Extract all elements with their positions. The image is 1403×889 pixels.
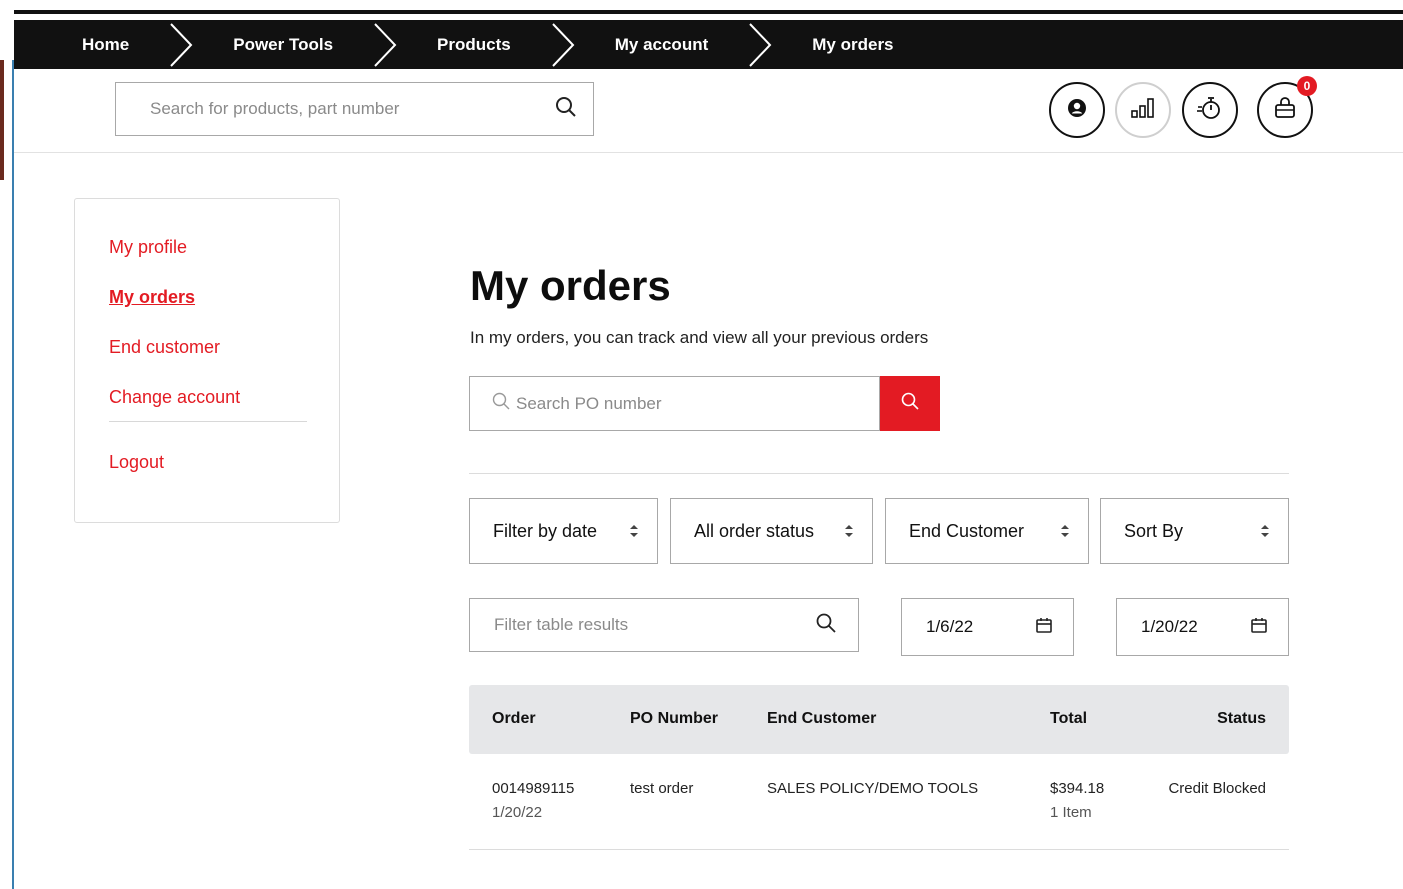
sidebar-item-my-orders[interactable]: My orders (109, 283, 305, 333)
order-total: $394.18 (1050, 780, 1105, 797)
sidebar-item-logout[interactable]: Logout (109, 448, 305, 498)
cart-icon (1273, 96, 1297, 124)
status-badge: Credit Blocked (1168, 780, 1266, 797)
select-label: Filter by date (493, 520, 598, 541)
breadcrumb-power-tools[interactable]: Power Tools (233, 20, 333, 69)
search-icon[interactable] (555, 96, 577, 123)
page-title: My orders (470, 262, 671, 309)
account-icon (1067, 98, 1087, 123)
item-count: 1 Item (1050, 804, 1092, 821)
breadcrumb-my-account[interactable]: My account (615, 20, 709, 69)
table-filter (469, 598, 859, 652)
breadcrumb-label: My account (614, 34, 709, 54)
column-header-total[interactable]: Total (1050, 710, 1087, 728)
calendar-icon[interactable] (1250, 616, 1268, 639)
sort-caret-icon (1260, 524, 1270, 538)
filter-by-date-select[interactable]: Filter by date (469, 498, 658, 564)
calendar-icon[interactable] (1035, 616, 1053, 639)
date-to-field[interactable]: 1/20/22 (1116, 598, 1289, 656)
breadcrumb-label: Home (82, 34, 130, 54)
sidebar-divider (109, 421, 307, 422)
sort-by-select[interactable]: Sort By (1100, 498, 1289, 564)
table-row[interactable]: 0014989115 1/20/22 test order SALES POLI… (469, 754, 1289, 850)
breadcrumb: Home Power Tools Products My account My … (14, 20, 1403, 69)
window-edge-line (12, 60, 14, 889)
page-subtitle: In my orders, you can track and view all… (470, 328, 929, 347)
breadcrumb-label: Power Tools (233, 34, 334, 54)
column-header-po-number[interactable]: PO Number (630, 710, 718, 728)
column-header-end-customer[interactable]: End Customer (767, 710, 876, 728)
order-status-select[interactable]: All order status (670, 498, 873, 564)
account-button[interactable] (1049, 82, 1105, 138)
window-edge-shadow (0, 60, 4, 180)
column-header-status[interactable]: Status (1217, 710, 1266, 728)
breadcrumb-label: My orders (812, 34, 894, 54)
breadcrumb-products[interactable]: Products (437, 20, 511, 69)
select-label: Sort By (1124, 520, 1184, 541)
cart-count-badge: 0 (1297, 76, 1317, 96)
compare-icon (1130, 97, 1156, 124)
sort-caret-icon (1060, 524, 1070, 538)
sort-caret-icon (629, 524, 639, 538)
section-divider (469, 473, 1289, 474)
product-search (115, 82, 594, 136)
sidebar-item-change-account[interactable]: Change account (109, 383, 305, 421)
select-label: End Customer (909, 520, 1025, 541)
stopwatch-icon (1196, 95, 1224, 126)
cart-button[interactable]: 0 (1257, 76, 1317, 138)
sort-caret-icon (844, 524, 854, 538)
breadcrumb-my-orders[interactable]: My orders (812, 20, 893, 69)
po-search-button[interactable] (880, 376, 940, 431)
order-number[interactable]: 0014989115 (492, 780, 574, 797)
date-from-value: 1/6/22 (926, 617, 974, 636)
date-from-field[interactable]: 1/6/22 (901, 598, 1074, 656)
compare-button[interactable] (1115, 82, 1171, 138)
sidebar-item-end-customer[interactable]: End customer (109, 333, 305, 383)
product-search-input[interactable] (150, 99, 555, 119)
header-divider (14, 152, 1403, 153)
po-search (469, 376, 880, 431)
quick-order-button[interactable] (1182, 82, 1238, 138)
po-number: test order (630, 780, 694, 797)
end-customer-name: SALES POLICY/DEMO TOOLS (767, 780, 979, 797)
search-icon[interactable] (816, 613, 836, 638)
po-search-input[interactable] (516, 393, 879, 414)
chevron-right-icon (511, 20, 615, 69)
chevron-right-icon (129, 20, 233, 69)
order-date: 1/20/22 (492, 804, 543, 821)
account-sidebar: My profile My orders End customer Change… (74, 198, 340, 523)
breadcrumb-label: Products (437, 34, 511, 54)
search-icon (901, 392, 919, 415)
table-filter-input[interactable] (494, 615, 816, 635)
sidebar-item-my-profile[interactable]: My profile (109, 233, 305, 283)
select-label: All order status (694, 520, 815, 541)
column-header-order[interactable]: Order (492, 710, 536, 728)
chevron-right-icon (333, 20, 437, 69)
orders-table-header: Order PO Number End Customer Total Statu… (469, 685, 1289, 754)
top-border (14, 10, 1403, 14)
date-to-value: 1/20/22 (1141, 617, 1198, 636)
chevron-right-icon (708, 20, 812, 69)
search-icon (492, 392, 510, 415)
breadcrumb-home[interactable]: Home (82, 20, 129, 69)
end-customer-select[interactable]: End Customer (885, 498, 1089, 564)
